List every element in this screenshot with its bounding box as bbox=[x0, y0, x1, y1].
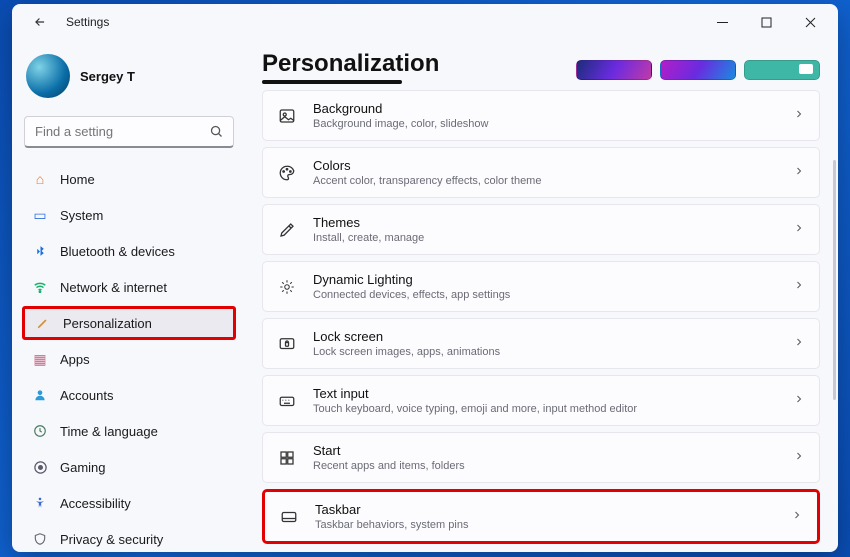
nav-personalization[interactable]: Personalization bbox=[22, 306, 236, 340]
arrow-left-icon bbox=[33, 15, 47, 29]
nav-privacy[interactable]: Privacy & security bbox=[22, 522, 236, 552]
chevron-right-icon bbox=[793, 393, 805, 408]
close-icon bbox=[805, 17, 816, 28]
card-themes[interactable]: Themes Install, create, manage bbox=[262, 204, 820, 255]
nav-label: System bbox=[60, 208, 103, 223]
card-title: Dynamic Lighting bbox=[313, 272, 777, 287]
nav-label: Bluetooth & devices bbox=[60, 244, 175, 259]
card-subtitle: Lock screen images, apps, animations bbox=[313, 346, 777, 358]
minimize-button[interactable] bbox=[700, 7, 744, 37]
nav-label: Apps bbox=[60, 352, 90, 367]
paintbrush-icon bbox=[35, 315, 51, 331]
nav-accessibility[interactable]: Accessibility bbox=[22, 486, 236, 520]
card-title: Background bbox=[313, 101, 777, 116]
scrollbar[interactable] bbox=[833, 160, 836, 400]
card-subtitle: Touch keyboard, voice typing, emoji and … bbox=[313, 403, 777, 415]
username: Sergey T bbox=[80, 69, 135, 84]
home-icon: ⌂ bbox=[32, 171, 48, 187]
keyboard-icon bbox=[277, 391, 297, 411]
card-title: Start bbox=[313, 443, 777, 458]
nav-time-language[interactable]: Time & language bbox=[22, 414, 236, 448]
system-icon: ▭ bbox=[32, 207, 48, 223]
settings-window: Settings Sergey T bbox=[12, 4, 838, 552]
nav-label: Accessibility bbox=[60, 496, 131, 511]
titlebar: Settings bbox=[12, 4, 838, 40]
card-background[interactable]: Background Background image, color, slid… bbox=[262, 90, 820, 141]
card-title: Themes bbox=[313, 215, 777, 230]
lock-screen-icon bbox=[277, 334, 297, 354]
card-lock-screen[interactable]: Lock screen Lock screen images, apps, an… bbox=[262, 318, 820, 369]
theme-thumb[interactable] bbox=[660, 60, 736, 80]
nav-label: Personalization bbox=[63, 316, 152, 331]
chevron-right-icon bbox=[793, 165, 805, 180]
apps-icon: ▦ bbox=[32, 351, 48, 367]
card-taskbar[interactable]: Taskbar Taskbar behaviors, system pins bbox=[262, 489, 820, 544]
chevron-right-icon bbox=[793, 108, 805, 123]
shield-icon bbox=[32, 531, 48, 547]
gaming-icon bbox=[32, 459, 48, 475]
nav-network[interactable]: Network & internet bbox=[22, 270, 236, 304]
nav-label: Privacy & security bbox=[60, 532, 163, 547]
card-subtitle: Taskbar behaviors, system pins bbox=[315, 519, 775, 531]
nav-label: Accounts bbox=[60, 388, 113, 403]
taskbar-icon bbox=[279, 507, 299, 527]
chevron-right-icon bbox=[793, 450, 805, 465]
back-button[interactable] bbox=[26, 8, 54, 36]
nav-home[interactable]: ⌂ Home bbox=[22, 162, 236, 196]
nav-label: Gaming bbox=[60, 460, 106, 475]
card-title: Lock screen bbox=[313, 329, 777, 344]
search-icon bbox=[209, 124, 224, 142]
nav-list: ⌂ Home ▭ System Bluetooth & devices bbox=[22, 162, 236, 552]
nav-accounts[interactable]: Accounts bbox=[22, 378, 236, 412]
close-button[interactable] bbox=[788, 7, 832, 37]
card-subtitle: Accent color, transparency effects, colo… bbox=[313, 175, 777, 187]
sparkle-icon bbox=[277, 277, 297, 297]
start-icon bbox=[277, 448, 297, 468]
theme-thumb[interactable] bbox=[744, 60, 820, 80]
maximize-button[interactable] bbox=[744, 7, 788, 37]
picture-icon bbox=[277, 106, 297, 126]
bluetooth-icon bbox=[32, 243, 48, 259]
nav-label: Home bbox=[60, 172, 95, 187]
sidebar: Sergey T ⌂ Home ▭ System bbox=[12, 40, 244, 552]
chevron-right-icon bbox=[793, 222, 805, 237]
card-subtitle: Background image, color, slideshow bbox=[313, 118, 777, 130]
nav-label: Time & language bbox=[60, 424, 158, 439]
search-input[interactable] bbox=[24, 116, 234, 148]
person-icon bbox=[32, 387, 48, 403]
clock-icon bbox=[32, 423, 48, 439]
window-title: Settings bbox=[66, 15, 109, 29]
chevron-right-icon bbox=[791, 509, 803, 524]
card-dynamic-lighting[interactable]: Dynamic Lighting Connected devices, effe… bbox=[262, 261, 820, 312]
card-colors[interactable]: Colors Accent color, transparency effect… bbox=[262, 147, 820, 198]
maximize-icon bbox=[761, 17, 772, 28]
settings-cards: Background Background image, color, slid… bbox=[262, 90, 820, 552]
nav-apps[interactable]: ▦ Apps bbox=[22, 342, 236, 376]
nav-system[interactable]: ▭ System bbox=[22, 198, 236, 232]
chevron-right-icon bbox=[793, 336, 805, 351]
wifi-icon bbox=[32, 279, 48, 295]
theme-thumb[interactable] bbox=[576, 60, 652, 80]
profile-block[interactable]: Sergey T bbox=[22, 46, 236, 112]
nav-gaming[interactable]: Gaming bbox=[22, 450, 236, 484]
card-subtitle: Install, create, manage bbox=[313, 232, 777, 244]
card-start[interactable]: Start Recent apps and items, folders bbox=[262, 432, 820, 483]
title-underline bbox=[262, 80, 402, 84]
palette-icon bbox=[277, 163, 297, 183]
card-title: Colors bbox=[313, 158, 777, 173]
nav-label: Network & internet bbox=[60, 280, 167, 295]
card-subtitle: Recent apps and items, folders bbox=[313, 460, 777, 472]
card-title: Taskbar bbox=[315, 502, 775, 517]
accessibility-icon bbox=[32, 495, 48, 511]
main-pane: Personalization Background Background im… bbox=[244, 40, 838, 552]
nav-bluetooth[interactable]: Bluetooth & devices bbox=[22, 234, 236, 268]
card-subtitle: Connected devices, effects, app settings bbox=[313, 289, 777, 301]
chevron-right-icon bbox=[793, 279, 805, 294]
card-text-input[interactable]: Text input Touch keyboard, voice typing,… bbox=[262, 375, 820, 426]
card-title: Text input bbox=[313, 386, 777, 401]
brush-icon bbox=[277, 220, 297, 240]
minimize-icon bbox=[717, 17, 728, 28]
avatar bbox=[26, 54, 70, 98]
